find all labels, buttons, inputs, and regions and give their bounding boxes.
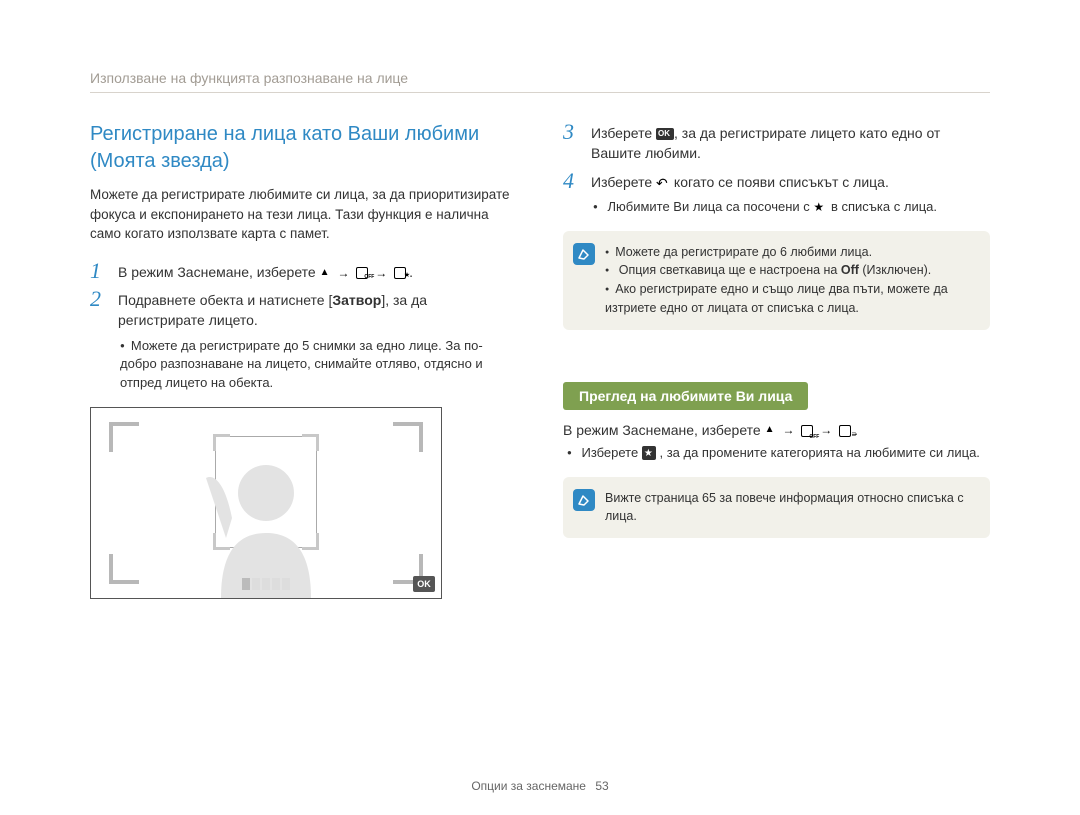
step-body: В режим Заснемане, изберете . bbox=[118, 260, 413, 282]
camera-preview-illustration: OK bbox=[90, 407, 442, 599]
review-bullet-a: Изберете bbox=[581, 445, 641, 460]
face-off-icon bbox=[800, 425, 816, 437]
step-number: 3 bbox=[563, 121, 581, 164]
off-bold: Off bbox=[841, 263, 859, 277]
step4-bullet-b: в списъка с лица. bbox=[831, 199, 937, 214]
face-off-icon bbox=[355, 267, 371, 279]
note-box: Можете да регистрирате до 6 любими лица.… bbox=[563, 231, 990, 330]
step-body: Изберете когато се появи списъкът с лица… bbox=[591, 170, 889, 192]
focus-corner-icon bbox=[393, 422, 423, 452]
step-number: 2 bbox=[90, 288, 108, 331]
right-column: 3 Изберете , за да регистрирате лицето к… bbox=[563, 121, 990, 599]
step2-prefix: Подравнете обекта и натиснете [ bbox=[118, 292, 332, 308]
step4-bullets: Любимите Ви лица са посочени с в списъка… bbox=[593, 198, 990, 217]
face-star-icon bbox=[393, 267, 409, 279]
subject-silhouette-icon bbox=[196, 438, 336, 598]
step4-bullet: Любимите Ви лица са посочени с в списъка… bbox=[593, 198, 990, 217]
step4-prefix: Изберете bbox=[591, 174, 656, 190]
step-body: Подравнете обекта и натиснете [Затвор], … bbox=[118, 288, 517, 331]
focus-corner-icon bbox=[109, 554, 139, 584]
step-4: 4 Изберете когато се появи списъкът с ли… bbox=[563, 170, 990, 192]
note-list: Можете да регистрирате до 6 любими лица.… bbox=[605, 243, 976, 318]
note-item: Можете да регистрирате до 6 любими лица. bbox=[605, 243, 976, 262]
info-icon bbox=[573, 243, 595, 265]
manual-page: Използване на функцията разпознаване на … bbox=[0, 0, 1080, 815]
note-item: Опция светкавица ще е настроена на Off (… bbox=[605, 261, 976, 280]
star-icon bbox=[813, 201, 827, 213]
page-footer: Опции за заснемане 53 bbox=[0, 779, 1080, 793]
note-item: Ако регистрирате едно и също лице два пъ… bbox=[605, 280, 976, 318]
review-subhead: Преглед на любимите Ви лица bbox=[563, 382, 808, 410]
star-box-icon bbox=[642, 447, 656, 459]
intro-text: Можете да регистрирате любимите си лица,… bbox=[90, 185, 517, 244]
left-column: Регистриране на лица като Ваши любими (М… bbox=[90, 121, 517, 599]
arrow-icon bbox=[820, 425, 834, 437]
progress-bars bbox=[242, 578, 290, 590]
face-list-icon bbox=[838, 425, 854, 437]
step-2: 2 Подравнете обекта и натиснете [Затвор]… bbox=[90, 288, 517, 331]
footer-label: Опции за заснемане bbox=[471, 779, 586, 793]
ok-badge: OK bbox=[413, 576, 435, 592]
arrow-icon bbox=[337, 267, 351, 279]
arrow-icon bbox=[375, 267, 389, 279]
step-1: 1 В режим Заснемане, изберете . bbox=[90, 260, 517, 282]
step2-bullet: Можете да регистрирате до 5 снимки за ед… bbox=[120, 337, 517, 394]
review-prefix: В режим Заснемане, изберете bbox=[563, 422, 765, 438]
arrow-icon bbox=[782, 425, 796, 437]
section-title: Регистриране на лица като Ваши любими (М… bbox=[90, 121, 517, 175]
step-body: Изберете , за да регистрирате лицето кат… bbox=[591, 121, 990, 164]
up-icon bbox=[320, 267, 334, 279]
content-columns: Регистриране на лица като Ваши любими (М… bbox=[90, 121, 990, 599]
up-icon bbox=[765, 425, 779, 437]
focus-corner-icon bbox=[109, 422, 139, 452]
review-bullet: Изберете , за да промените категорията н… bbox=[567, 444, 990, 463]
step4-suffix: когато се появи списъкът с лица. bbox=[674, 174, 889, 190]
review-bullets: Изберете , за да промените категорията н… bbox=[567, 444, 990, 463]
back-icon bbox=[656, 177, 670, 189]
page-number: 53 bbox=[595, 779, 608, 793]
shutter-bold: Затвор bbox=[332, 292, 381, 308]
step4-bullet-a: Любимите Ви лица са посочени с bbox=[607, 199, 813, 214]
ok-icon bbox=[656, 128, 674, 140]
review-line: В режим Заснемане, изберете . bbox=[563, 422, 990, 438]
step3-prefix: Изберете bbox=[591, 125, 656, 141]
step1-text: В режим Заснемане, изберете bbox=[118, 264, 320, 280]
step-number: 4 bbox=[563, 170, 581, 192]
review-bullet-b: , за да промените категорията на любимит… bbox=[659, 445, 979, 460]
step-number: 1 bbox=[90, 260, 108, 282]
info-icon bbox=[573, 489, 595, 511]
note2-text: Вижте страница 65 за повече информация о… bbox=[605, 489, 976, 527]
step-3: 3 Изберете , за да регистрирате лицето к… bbox=[563, 121, 990, 164]
page-header: Използване на функцията разпознаване на … bbox=[90, 70, 990, 93]
note-box: Вижте страница 65 за повече информация о… bbox=[563, 477, 990, 539]
step2-bullets: Можете да регистрирате до 5 снимки за ед… bbox=[120, 337, 517, 394]
